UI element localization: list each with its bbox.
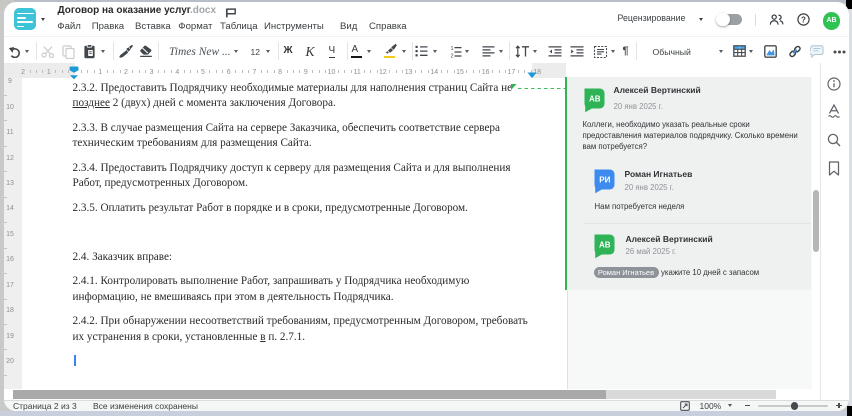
svg-text:АВ: АВ — [589, 94, 601, 103]
svg-text:2: 2 — [450, 53, 453, 58]
svg-text:АВ: АВ — [599, 241, 611, 250]
svg-text:1: 1 — [450, 46, 453, 52]
svg-text:РИ: РИ — [599, 175, 610, 184]
svg-text:?: ? — [801, 15, 806, 24]
